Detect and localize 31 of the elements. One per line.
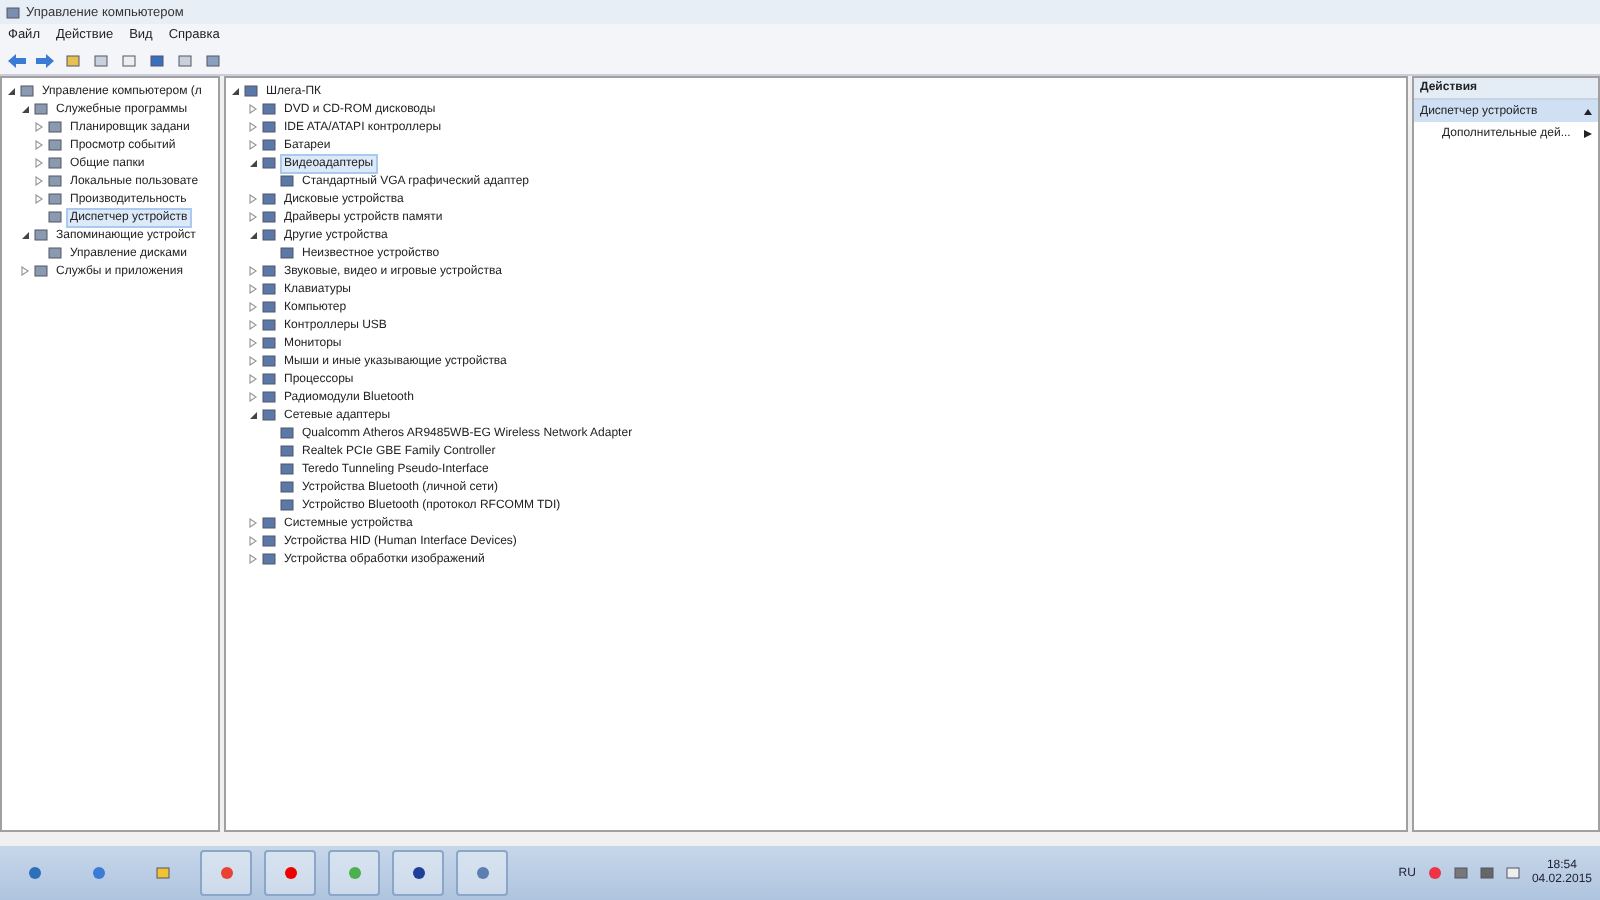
device-button[interactable] [202, 49, 224, 71]
back-button[interactable] [6, 49, 28, 71]
app-icon [6, 5, 20, 19]
expander-icon[interactable] [20, 230, 30, 240]
folder-button[interactable] [62, 49, 84, 71]
taskbar-app-button[interactable] [200, 850, 252, 896]
forward-button[interactable] [34, 49, 56, 71]
app-icon [347, 866, 361, 880]
submenu-arrow-icon [1584, 129, 1592, 137]
export-button[interactable] [118, 49, 140, 71]
help-button[interactable] [146, 49, 168, 71]
app-icon [155, 866, 169, 880]
app-icon [411, 866, 425, 880]
app-icon [219, 866, 233, 880]
collapse-arrow-icon [1584, 107, 1592, 115]
pane-button[interactable] [90, 49, 112, 71]
pane-icon [178, 53, 192, 67]
taskbar-app-button[interactable] [392, 850, 444, 896]
expander-icon[interactable] [6, 86, 16, 96]
view-button[interactable] [174, 49, 196, 71]
expander-icon[interactable] [230, 86, 240, 96]
expander-icon[interactable] [248, 410, 258, 420]
app-icon [283, 866, 297, 880]
app-icon [91, 866, 105, 880]
taskbar-app-button[interactable] [456, 850, 508, 896]
app-icon [475, 866, 489, 880]
taskbar-app-button[interactable] [264, 850, 316, 896]
pane-icon [94, 53, 108, 67]
expander-icon[interactable] [248, 158, 258, 168]
expander-icon[interactable] [20, 104, 30, 114]
expander-icon[interactable] [248, 230, 258, 240]
